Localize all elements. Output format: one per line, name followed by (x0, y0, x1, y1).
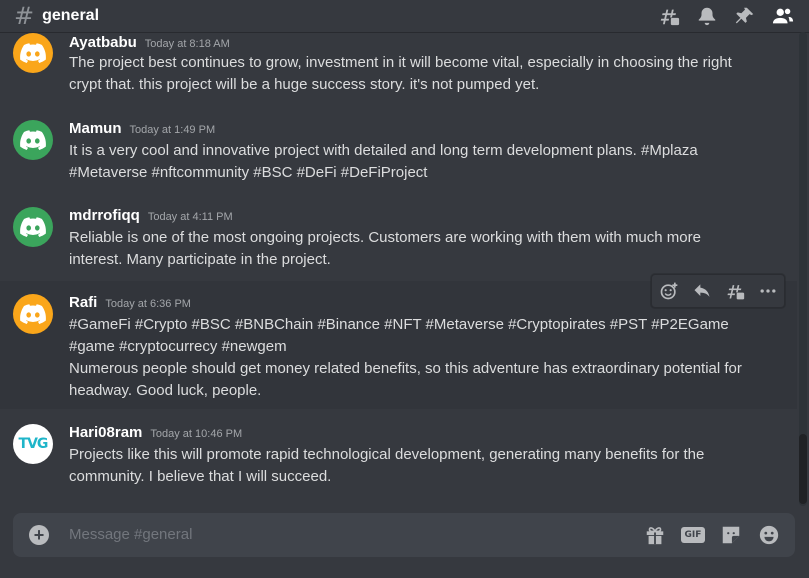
message-item: Mamun Today at 1:49 PM It is a very cool… (0, 107, 797, 194)
reply-icon[interactable] (690, 279, 714, 303)
message-timestamp: Today at 4:11 PM (147, 211, 233, 223)
message-content: It is a very cool and innovative project… (69, 142, 698, 181)
more-options-icon[interactable] (756, 279, 780, 303)
message-content: #GameFi #Crypto #BSC #BNBChain #Binance … (69, 316, 742, 399)
message-author[interactable]: Hari08ram (69, 424, 142, 441)
message-content: Projects like this will promote rapid te… (69, 446, 705, 485)
threads-icon[interactable] (657, 4, 681, 28)
channel-name: general (42, 7, 100, 24)
add-reaction-icon[interactable] (657, 279, 681, 303)
message-author[interactable]: Ayatbabu (69, 34, 137, 51)
avatar[interactable] (13, 207, 53, 247)
message-content: The project best continues to grow, inve… (69, 54, 732, 93)
avatar[interactable] (13, 120, 53, 160)
message-hover-toolbar (651, 274, 785, 308)
avatar[interactable] (13, 33, 53, 73)
avatar[interactable] (13, 294, 53, 334)
message-author[interactable]: mdrrofiqq (69, 207, 140, 224)
message-item: TVG Hari08ram Today at 10:46 PM Projects… (0, 411, 797, 498)
message-input[interactable]: Message #general (69, 526, 192, 543)
channel-hash-icon: # (14, 2, 35, 30)
gif-icon[interactable]: GIF (681, 523, 705, 547)
message-composer: + Message #general GIF (13, 513, 795, 557)
emoji-icon[interactable] (757, 523, 781, 547)
message-author[interactable]: Rafi (69, 294, 97, 311)
create-thread-icon[interactable] (723, 279, 747, 303)
message-item: Ayatbabu Today at 8:18 AM The project be… (0, 32, 797, 105)
message-author[interactable]: Mamun (69, 120, 122, 137)
message-content: Reliable is one of the most ongoing proj… (69, 229, 701, 268)
channel-header: # general (0, 0, 809, 32)
message-timestamp: Today at 10:46 PM (150, 428, 243, 440)
scrollbar-thumb[interactable] (799, 434, 807, 504)
sticker-icon[interactable] (719, 523, 743, 547)
gift-icon[interactable] (643, 523, 667, 547)
pin-icon[interactable] (733, 4, 757, 28)
bell-icon[interactable] (695, 4, 719, 28)
message-list: Ayatbabu Today at 8:18 AM The project be… (0, 32, 797, 506)
message-timestamp: Today at 6:36 PM (105, 298, 191, 310)
tvg-logo: TVG (18, 436, 49, 452)
upload-plus-icon[interactable]: + (29, 525, 49, 545)
message-item: mdrrofiqq Today at 4:11 PM Reliable is o… (0, 194, 797, 281)
scrollbar-track[interactable] (799, 32, 807, 506)
message-timestamp: Today at 1:49 PM (129, 124, 216, 136)
message-timestamp: Today at 8:18 AM (144, 38, 230, 50)
members-icon[interactable] (771, 4, 795, 28)
tvg-avatar[interactable]: TVG (13, 424, 53, 464)
